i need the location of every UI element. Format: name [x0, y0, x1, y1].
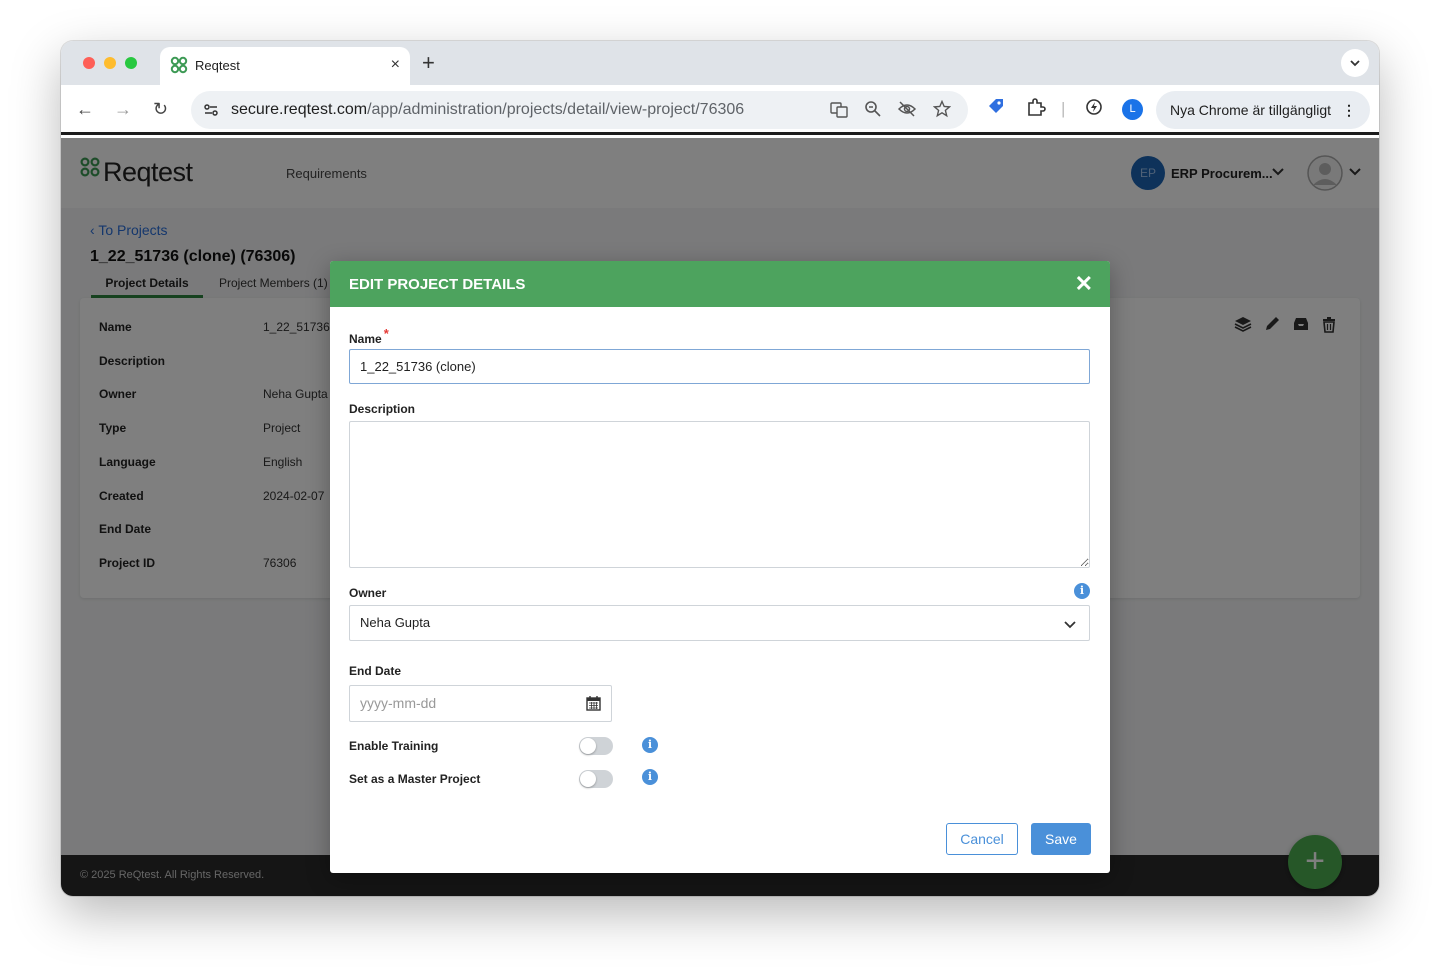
modal-title: EDIT PROJECT DETAILS — [349, 276, 526, 293]
update-label: Nya Chrome är tillgängligt — [1170, 102, 1332, 118]
url-host: secure.reqtest.com — [231, 101, 368, 118]
save-button[interactable]: Save — [1031, 823, 1091, 855]
chrome-profile-avatar[interactable]: L — [1122, 99, 1143, 120]
zoom-icon[interactable] — [864, 100, 882, 123]
app-page: Reqtest Requirements EP ERP Procurem... … — [61, 138, 1379, 896]
owner-info-icon[interactable]: i — [1074, 583, 1090, 599]
performance-icon[interactable] — [1084, 97, 1104, 124]
enable-training-toggle[interactable] — [579, 737, 613, 755]
description-label: Description — [349, 402, 416, 416]
tab-search-button[interactable] — [1341, 49, 1369, 77]
close-window-button[interactable] — [83, 57, 95, 69]
extension-tag-icon[interactable] — [987, 97, 1005, 122]
required-asterisk: * — [383, 326, 389, 341]
toolbar-divider: | — [1061, 99, 1066, 118]
tab-close-icon[interactable]: × — [391, 55, 400, 75]
browser-tab-reqtest[interactable]: Reqtest × — [160, 47, 410, 85]
name-input[interactable] — [349, 349, 1090, 384]
edit-project-modal: EDIT PROJECT DETAILS ✕ Name* Description… — [330, 261, 1110, 873]
owner-selected-value: Neha Gupta — [360, 615, 431, 630]
zoom-window-button[interactable] — [125, 57, 137, 69]
reqtest-favicon-icon — [170, 56, 188, 74]
chrome-update-button[interactable]: Nya Chrome är tillgängligt ⋮ — [1156, 91, 1370, 129]
description-textarea[interactable] — [349, 421, 1090, 568]
end-date-input[interactable]: yyyy-mm-dd — [349, 685, 612, 722]
end-date-placeholder: yyyy-mm-dd — [360, 695, 437, 711]
translate-icon[interactable] — [829, 100, 849, 125]
new-tab-button[interactable]: + — [422, 50, 435, 76]
tab-strip: Reqtest × + — [61, 41, 1379, 85]
site-settings-icon[interactable] — [202, 101, 220, 119]
forward-button[interactable]: → — [114, 97, 132, 121]
master-project-label: Set as a Master Project — [349, 772, 481, 786]
url-text[interactable]: secure.reqtest.com/app/administration/pr… — [231, 101, 744, 119]
cancel-button[interactable]: Cancel — [946, 823, 1018, 855]
modal-header: EDIT PROJECT DETAILS ✕ — [330, 261, 1110, 307]
owner-select[interactable]: Neha Gupta — [349, 605, 1090, 641]
chevron-down-icon — [1350, 60, 1360, 67]
eye-off-icon[interactable] — [897, 100, 917, 123]
master-project-toggle[interactable] — [579, 770, 613, 788]
end-date-label: End Date — [349, 664, 402, 678]
more-menu-icon[interactable]: ⋮ — [1342, 91, 1356, 129]
enable-training-label: Enable Training — [349, 739, 439, 753]
reload-button[interactable]: ↻ — [153, 97, 168, 121]
bookmark-star-icon[interactable] — [932, 99, 952, 123]
owner-label: Owner — [349, 586, 387, 600]
close-icon[interactable]: ✕ — [1075, 271, 1093, 297]
browser-window: Reqtest × + ← → ↻ secure.reqtest.com/app… — [61, 41, 1379, 896]
back-button[interactable]: ← — [76, 97, 94, 121]
extensions-puzzle-icon[interactable] — [1026, 97, 1046, 124]
minimize-window-button[interactable] — [104, 57, 116, 69]
master-project-info-icon[interactable]: i — [642, 769, 658, 785]
calendar-icon[interactable] — [586, 695, 601, 711]
name-label: Name * — [349, 326, 389, 346]
url-path: /app/administration/projects/detail/view… — [367, 101, 745, 118]
chevron-down-icon — [1064, 621, 1076, 629]
tab-title: Reqtest — [195, 58, 240, 73]
address-bar[interactable]: secure.reqtest.com/app/administration/pr… — [191, 91, 968, 129]
browser-toolbar: ← → ↻ secure.reqtest.com/app/administrat… — [61, 85, 1379, 135]
enable-training-info-icon[interactable]: i — [642, 737, 658, 753]
name-label-text: Name — [349, 332, 382, 346]
